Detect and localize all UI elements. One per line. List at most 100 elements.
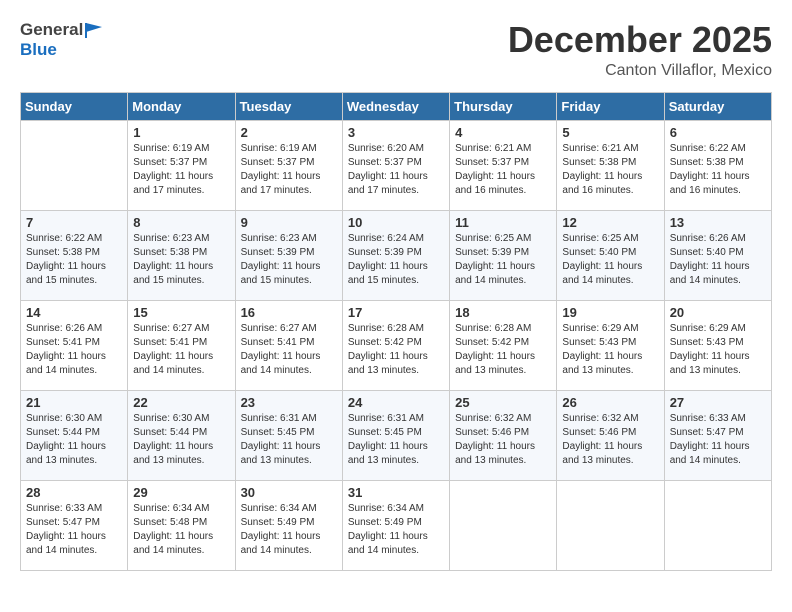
calendar-header-sunday: Sunday [21, 92, 128, 120]
day-info: Sunrise: 6:23 AMSunset: 5:38 PMDaylight:… [133, 232, 229, 288]
day-info: Sunrise: 6:32 AMSunset: 5:46 PMDaylight:… [562, 412, 658, 468]
day-number: 31 [348, 485, 444, 500]
day-number: 20 [670, 305, 766, 320]
day-number: 6 [670, 125, 766, 140]
day-info: Sunrise: 6:23 AMSunset: 5:39 PMDaylight:… [241, 232, 337, 288]
day-number: 24 [348, 395, 444, 410]
logo: General Blue [20, 20, 104, 60]
calendar-week-row: 28 Sunrise: 6:33 AMSunset: 5:47 PMDayligh… [21, 480, 772, 570]
day-info: Sunrise: 6:30 AMSunset: 5:44 PMDaylight:… [26, 412, 122, 468]
calendar-cell: 24 Sunrise: 6:31 AMSunset: 5:45 PMDayligh… [342, 390, 449, 480]
day-info: Sunrise: 6:19 AMSunset: 5:37 PMDaylight:… [241, 142, 337, 198]
calendar-cell: 3Sunrise: 6:20 AMSunset: 5:37 PMDaylight… [342, 120, 449, 210]
calendar-cell: 5 Sunrise: 6:21 AMSunset: 5:38 PMDaylight… [557, 120, 664, 210]
calendar-week-row: 21Sunrise: 6:30 AMSunset: 5:44 PMDayligh… [21, 390, 772, 480]
calendar-week-row: 14Sunrise: 6:26 AMSunset: 5:41 PMDayligh… [21, 300, 772, 390]
calendar-header-monday: Monday [128, 92, 235, 120]
day-number: 28 [26, 485, 122, 500]
day-number: 9 [241, 215, 337, 230]
calendar-header-wednesday: Wednesday [342, 92, 449, 120]
day-info: Sunrise: 6:21 AMSunset: 5:37 PMDaylight:… [455, 142, 551, 198]
calendar-header-saturday: Saturday [664, 92, 771, 120]
day-number: 23 [241, 395, 337, 410]
logo-general-text: General [20, 20, 83, 40]
day-number: 29 [133, 485, 229, 500]
calendar-cell [450, 480, 557, 570]
day-info: Sunrise: 6:30 AMSunset: 5:44 PMDaylight:… [133, 412, 229, 468]
day-number: 12 [562, 215, 658, 230]
day-info: Sunrise: 6:26 AMSunset: 5:41 PMDaylight:… [26, 322, 122, 378]
calendar-cell: 28 Sunrise: 6:33 AMSunset: 5:47 PMDayligh… [21, 480, 128, 570]
day-info: Sunrise: 6:26 AMSunset: 5:40 PMDaylight:… [670, 232, 766, 288]
day-info: Sunrise: 6:33 AMSunset: 5:47 PMDaylight:… [26, 502, 122, 558]
calendar-table: SundayMondayTuesdayWednesdayThursdayFrid… [20, 92, 772, 571]
day-info: Sunrise: 6:24 AMSunset: 5:39 PMDaylight:… [348, 232, 444, 288]
calendar-cell: 19 Sunrise: 6:29 AMSunset: 5:43 PMDayligh… [557, 300, 664, 390]
calendar-cell: 25 Sunrise: 6:32 AMSunset: 5:46 PMDayligh… [450, 390, 557, 480]
calendar-cell: 7 Sunrise: 6:22 AMSunset: 5:38 PMDaylight… [21, 210, 128, 300]
calendar-cell: 21Sunrise: 6:30 AMSunset: 5:44 PMDayligh… [21, 390, 128, 480]
day-number: 11 [455, 215, 551, 230]
calendar-week-row: 1Sunrise: 6:19 AMSunset: 5:37 PMDaylight… [21, 120, 772, 210]
calendar-cell: 20 Sunrise: 6:29 AMSunset: 5:43 PMDayligh… [664, 300, 771, 390]
calendar-cell: 22 Sunrise: 6:30 AMSunset: 5:44 PMDayligh… [128, 390, 235, 480]
day-number: 10 [348, 215, 444, 230]
day-info: Sunrise: 6:32 AMSunset: 5:46 PMDaylight:… [455, 412, 551, 468]
day-info: Sunrise: 6:29 AMSunset: 5:43 PMDaylight:… [562, 322, 658, 378]
day-info: Sunrise: 6:25 AMSunset: 5:39 PMDaylight:… [455, 232, 551, 288]
logo-blue-text: Blue [20, 40, 57, 59]
day-number: 8 [133, 215, 229, 230]
page: General Blue December 2025 Canton Villaf… [0, 0, 792, 612]
day-number: 19 [562, 305, 658, 320]
calendar-cell: 6 Sunrise: 6:22 AMSunset: 5:38 PMDaylight… [664, 120, 771, 210]
day-info: Sunrise: 6:29 AMSunset: 5:43 PMDaylight:… [670, 322, 766, 378]
day-number: 4 [455, 125, 551, 140]
day-number: 15 [133, 305, 229, 320]
calendar-header-row: SundayMondayTuesdayWednesdayThursdayFrid… [21, 92, 772, 120]
calendar-cell: 11 Sunrise: 6:25 AMSunset: 5:39 PMDayligh… [450, 210, 557, 300]
day-info: Sunrise: 6:31 AMSunset: 5:45 PMDaylight:… [348, 412, 444, 468]
day-info: Sunrise: 6:28 AMSunset: 5:42 PMDaylight:… [455, 322, 551, 378]
day-info: Sunrise: 6:34 AMSunset: 5:49 PMDaylight:… [348, 502, 444, 558]
calendar-cell: 14Sunrise: 6:26 AMSunset: 5:41 PMDayligh… [21, 300, 128, 390]
day-info: Sunrise: 6:28 AMSunset: 5:42 PMDaylight:… [348, 322, 444, 378]
calendar-cell [21, 120, 128, 210]
calendar-cell [664, 480, 771, 570]
day-info: Sunrise: 6:19 AMSunset: 5:37 PMDaylight:… [133, 142, 229, 198]
calendar-cell: 1Sunrise: 6:19 AMSunset: 5:37 PMDaylight… [128, 120, 235, 210]
calendar-cell: 18 Sunrise: 6:28 AMSunset: 5:42 PMDayligh… [450, 300, 557, 390]
calendar-cell: 12 Sunrise: 6:25 AMSunset: 5:40 PMDayligh… [557, 210, 664, 300]
day-info: Sunrise: 6:22 AMSunset: 5:38 PMDaylight:… [670, 142, 766, 198]
day-number: 27 [670, 395, 766, 410]
calendar-cell: 10 Sunrise: 6:24 AMSunset: 5:39 PMDayligh… [342, 210, 449, 300]
day-number: 26 [562, 395, 658, 410]
day-number: 22 [133, 395, 229, 410]
calendar-header-tuesday: Tuesday [235, 92, 342, 120]
day-number: 3 [348, 125, 444, 140]
calendar-cell: 30Sunrise: 6:34 AMSunset: 5:49 PMDayligh… [235, 480, 342, 570]
day-number: 5 [562, 125, 658, 140]
day-number: 25 [455, 395, 551, 410]
day-number: 7 [26, 215, 122, 230]
calendar-cell: 2Sunrise: 6:19 AMSunset: 5:37 PMDaylight… [235, 120, 342, 210]
calendar-cell: 17Sunrise: 6:28 AMSunset: 5:42 PMDayligh… [342, 300, 449, 390]
day-number: 13 [670, 215, 766, 230]
calendar-cell: 13 Sunrise: 6:26 AMSunset: 5:40 PMDayligh… [664, 210, 771, 300]
day-number: 18 [455, 305, 551, 320]
calendar-cell: 4 Sunrise: 6:21 AMSunset: 5:37 PMDaylight… [450, 120, 557, 210]
logo-flag-icon [84, 21, 104, 39]
day-info: Sunrise: 6:25 AMSunset: 5:40 PMDaylight:… [562, 232, 658, 288]
calendar-cell: 8 Sunrise: 6:23 AMSunset: 5:38 PMDaylight… [128, 210, 235, 300]
title-block: December 2025 Canton Villaflor, Mexico [508, 20, 772, 80]
day-number: 30 [241, 485, 337, 500]
calendar-cell: 23 Sunrise: 6:31 AMSunset: 5:45 PMDayligh… [235, 390, 342, 480]
day-info: Sunrise: 6:21 AMSunset: 5:38 PMDaylight:… [562, 142, 658, 198]
calendar-cell: 29 Sunrise: 6:34 AMSunset: 5:48 PMDayligh… [128, 480, 235, 570]
day-info: Sunrise: 6:22 AMSunset: 5:38 PMDaylight:… [26, 232, 122, 288]
day-number: 16 [241, 305, 337, 320]
calendar-cell: 27Sunrise: 6:33 AMSunset: 5:47 PMDayligh… [664, 390, 771, 480]
location-title: Canton Villaflor, Mexico [508, 62, 772, 80]
day-info: Sunrise: 6:31 AMSunset: 5:45 PMDaylight:… [241, 412, 337, 468]
day-info: Sunrise: 6:34 AMSunset: 5:48 PMDaylight:… [133, 502, 229, 558]
calendar-cell: 15Sunrise: 6:27 AMSunset: 5:41 PMDayligh… [128, 300, 235, 390]
